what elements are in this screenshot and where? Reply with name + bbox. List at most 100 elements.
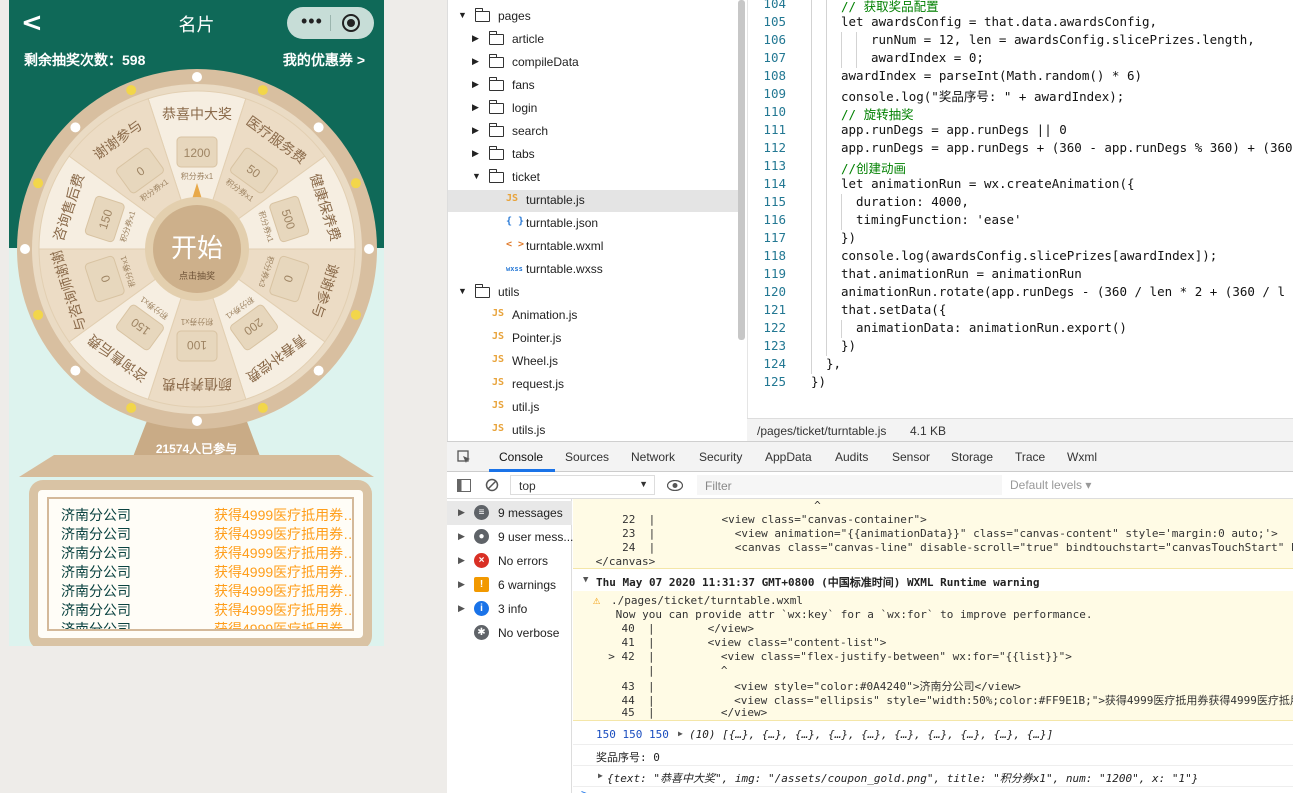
tab-security[interactable]: Security <box>699 450 742 464</box>
explorer-scrollbar[interactable] <box>738 0 745 340</box>
tree-file[interactable]: JS Pointer.js <box>448 328 738 350</box>
tree-folder[interactable]: ▶ compileData <box>448 52 738 74</box>
code-line: 107 awardIndex = 0; <box>748 50 1293 68</box>
code-text: app.runDegs = app.runDegs + (360 - app.r… <box>841 140 1293 155</box>
code-line: 116 timingFunction: 'ease' <box>748 212 1293 230</box>
tree-item-label: search <box>512 124 549 138</box>
tree-folder[interactable]: ▶ tabs <box>448 144 738 166</box>
inspect-element-icon[interactable] <box>457 450 471 464</box>
tree-folder[interactable]: ▶ fans <box>448 75 738 97</box>
console-output[interactable]: ^ 22 | <view class="canvas-container"> 2… <box>573 499 1293 793</box>
expand-right-icon[interactable]: ▶ <box>598 771 603 780</box>
tree-file[interactable]: { } turntable.json <box>448 213 738 235</box>
winners-list[interactable]: 济南分公司获得4999医疗抵用券获得4999医疗抵用券济南分公司获得4999医疗… <box>47 497 354 631</box>
console-filter-item[interactable]: ✱ No verbose <box>447 621 572 645</box>
indent-guide <box>811 266 812 284</box>
rim-light <box>313 122 324 133</box>
code-text: //创建动画 <box>841 161 907 176</box>
tree-file[interactable]: wxss turntable.wxss <box>448 259 738 281</box>
chevron-right-icon[interactable]: ▶ <box>472 125 479 136</box>
console-filter-item[interactable]: ▶ i 3 info <box>447 597 572 621</box>
chevron-right-icon[interactable]: ▶ <box>458 555 465 566</box>
chevron-right-icon[interactable]: ▶ <box>472 148 479 159</box>
tree-file[interactable]: JS Animation.js <box>448 305 738 327</box>
live-expression-eye-icon[interactable] <box>667 480 683 491</box>
tree-folder[interactable]: ▶ login <box>448 98 738 120</box>
warning-file-link[interactable]: ./pages/ticket/turntable.wxml <box>611 594 803 607</box>
tree-file[interactable]: JS Wheel.js <box>448 351 738 373</box>
chevron-right-icon[interactable]: ▶ <box>458 579 465 590</box>
rim-light <box>20 244 30 254</box>
rim-light <box>192 416 202 426</box>
indent-guide <box>811 284 812 302</box>
chevron-down-icon[interactable]: ▼ <box>458 10 467 20</box>
filter-input[interactable]: Filter <box>697 475 1002 495</box>
winner-row: 济南分公司 获得4999医疗抵用券获得4999医疗抵用券 <box>61 524 352 543</box>
indent-guide <box>826 338 827 356</box>
rim-light <box>33 309 44 320</box>
line-number: 114 <box>763 176 786 191</box>
indent-guide <box>811 14 812 32</box>
line-number: 105 <box>763 14 786 29</box>
expand-right-icon[interactable]: ▶ <box>678 729 683 738</box>
folder-icon <box>489 31 504 45</box>
chevron-right-icon[interactable]: ▶ <box>458 603 465 614</box>
close-miniprogram-icon[interactable] <box>342 14 360 32</box>
tab-storage[interactable]: Storage <box>951 450 993 464</box>
context-select[interactable]: top ▼ <box>510 475 655 495</box>
chevron-right-icon[interactable]: ▶ <box>472 102 479 113</box>
tab-sensor[interactable]: Sensor <box>892 450 930 464</box>
warning-header[interactable]: ▼ Thu May 07 2020 11:31:37 GMT+0800 (中国标准… <box>573 571 1293 591</box>
more-menu-icon[interactable]: ••• <box>301 11 323 32</box>
console-filter-item[interactable]: ▶ × No errors <box>447 549 572 573</box>
tree-folder[interactable]: ▶ search <box>448 121 738 143</box>
console-filter-item[interactable]: ▶! 6 warnings <box>447 573 572 597</box>
tree-item-label: article <box>512 32 545 46</box>
chevron-down-icon[interactable]: ▼ <box>458 286 467 296</box>
tree-folder[interactable]: ▼ utils <box>448 282 738 304</box>
tree-folder[interactable]: ▶ article <box>448 29 738 51</box>
chevron-right-icon[interactable]: ▶ <box>458 507 465 518</box>
rim-light <box>192 72 202 82</box>
expand-down-icon[interactable]: ▼ <box>583 575 588 585</box>
tree-item-label: tabs <box>512 147 535 161</box>
tree-file[interactable]: JS util.js <box>448 397 738 419</box>
chevron-right-icon[interactable]: ▶ <box>472 56 479 67</box>
tab-wxml[interactable]: Wxml <box>1067 450 1097 464</box>
tree-file[interactable]: JS turntable.js <box>448 190 738 212</box>
winner-branch: 济南分公司 <box>61 507 131 523</box>
json-file-icon: { } <box>506 216 525 227</box>
indent-guide <box>841 50 842 68</box>
chevron-right-icon[interactable]: ▶ <box>458 531 465 542</box>
chevron-down-icon[interactable]: ▼ <box>472 171 481 181</box>
wxml-warning-message: ⚠ ./pages/ticket/turntable.wxml Now you c… <box>573 591 1293 721</box>
tab-sources[interactable]: Sources <box>565 450 609 464</box>
console-filter-item[interactable]: ▶ ≡ 9 messages <box>447 501 572 525</box>
tab-console[interactable]: Console <box>499 450 543 464</box>
tab-appdata[interactable]: AppData <box>765 450 812 464</box>
tab-network[interactable]: Network <box>631 450 675 464</box>
chevron-right-icon[interactable]: ▶ <box>472 33 479 44</box>
tree-folder[interactable]: ▼ pages <box>448 6 738 28</box>
chevron-right-icon[interactable]: ▶ <box>472 79 479 90</box>
tree-file[interactable]: < > turntable.wxml <box>448 236 738 258</box>
log-array[interactable]: 150 150 150 ▶ (10) [{…}, {…}, {…}, {…}, {…… <box>573 725 1293 745</box>
tab-trace[interactable]: Trace <box>1015 450 1045 464</box>
tree-folder[interactable]: ▼ ticket <box>448 167 738 189</box>
winner-prize: 获得4999医疗抵用券获得4999医疗抵用券 <box>214 583 352 599</box>
console-filter-item[interactable]: ▶ ● 9 user mess... <box>447 525 573 549</box>
my-coupons-link[interactable]: 我的优惠券 > <box>283 50 365 70</box>
log-object[interactable]: ▶ {text: "恭喜中大奖", img: "/assets/coupon_go… <box>573 766 1293 787</box>
folder-icon <box>489 54 504 68</box>
code-line: 112 app.runDegs = app.runDegs + (360 - ap… <box>748 140 1293 158</box>
indent-guide <box>826 302 827 320</box>
code-editor[interactable]: 104 // 获取奖品配置 105 let awardsConfig = that.d… <box>747 0 1293 418</box>
clear-console-icon[interactable] <box>485 478 499 492</box>
log-levels-dropdown[interactable]: Default levels ▾ <box>1010 478 1091 492</box>
console-prompt[interactable]: > <box>581 787 588 793</box>
tree-file[interactable]: JS utils.js <box>448 420 738 442</box>
tab-audits[interactable]: Audits <box>835 450 868 464</box>
lottery-wheel[interactable]: 恭喜中大奖1200积分券x1医疗服务费50积分券x1 健康保养费500积分券x1谢… <box>17 69 377 429</box>
tree-file[interactable]: JS request.js <box>448 374 738 396</box>
sidebar-toggle-icon[interactable] <box>457 479 471 492</box>
